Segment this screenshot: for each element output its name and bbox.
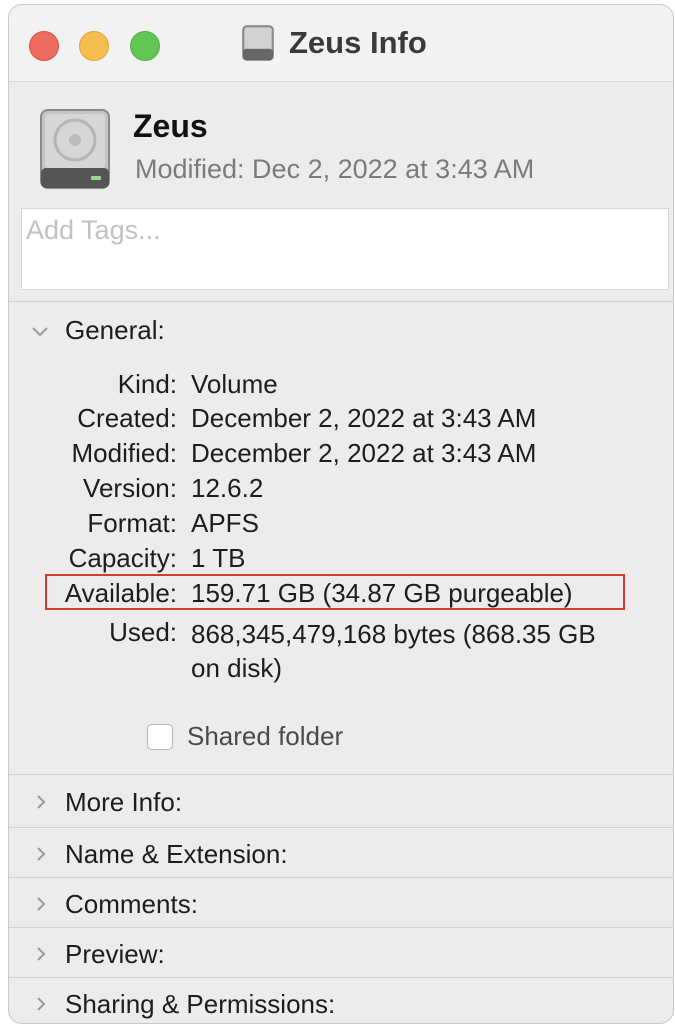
info-key: Kind: <box>117 369 177 399</box>
chevron-right-icon <box>37 847 46 861</box>
section-label: Comments: <box>65 888 198 919</box>
window-title: Zeus Info <box>241 23 427 63</box>
info-row-modified: Modified: December 2, 2022 at 3:43 AM <box>9 438 673 472</box>
info-value: 1 TB <box>191 543 246 573</box>
section-general-header[interactable]: General: <box>29 315 165 346</box>
zoom-button[interactable] <box>130 31 160 61</box>
info-key: Modified: <box>71 438 178 468</box>
chevron-right-icon <box>37 947 46 961</box>
section-label: Preview: <box>65 938 165 969</box>
divider <box>9 774 673 775</box>
section-label: Name & Extension: <box>65 838 288 869</box>
title-bar[interactable]: Zeus Info <box>9 5 673 82</box>
file-header: Zeus Modified: Dec 2, 2022 at 3:43 AM <box>9 82 673 202</box>
info-value: 12.6.2 <box>191 473 264 503</box>
section-comments[interactable]: Comments: <box>9 879 673 929</box>
shared-folder-checkbox[interactable] <box>147 723 173 750</box>
info-value: Volume <box>191 369 278 399</box>
chevron-right-icon <box>37 997 46 1011</box>
section-name-extension[interactable]: Name & Extension: <box>9 829 673 879</box>
tags-placeholder: Add Tags... <box>26 215 161 245</box>
highlight-box <box>45 574 625 610</box>
info-row-version: Version: 12.6.2 <box>9 473 673 507</box>
info-value: 868,345,479,168 bytes (868.35 GB on disk… <box>191 619 596 683</box>
info-value: December 2, 2022 at 3:43 AM <box>191 438 537 468</box>
info-row-capacity: Capacity: 1 TB <box>9 543 673 577</box>
shared-folder-option[interactable]: Shared folder <box>147 721 343 752</box>
window-title-text: Zeus Info <box>289 25 427 60</box>
divider <box>9 827 673 828</box>
chevron-down-icon <box>32 326 48 336</box>
section-general-label: General: <box>65 315 165 345</box>
info-key: Format: <box>87 508 177 538</box>
section-more-info[interactable]: More Info: <box>9 777 673 827</box>
divider <box>9 301 673 302</box>
section-preview[interactable]: Preview: <box>9 929 673 979</box>
info-row-kind: Kind: Volume <box>9 369 673 403</box>
close-button[interactable] <box>29 31 59 61</box>
info-key: Capacity: <box>68 543 177 573</box>
info-row-created: Created: December 2, 2022 at 3:43 AM <box>9 403 673 437</box>
info-key: Version: <box>83 473 177 503</box>
shared-folder-label: Shared folder <box>187 721 344 751</box>
hard-drive-icon <box>40 109 110 189</box>
chevron-right-icon <box>37 795 46 809</box>
info-value: December 2, 2022 at 3:43 AM <box>191 403 537 433</box>
modified-date: Modified: Dec 2, 2022 at 3:43 AM <box>135 154 535 184</box>
info-row-format: Format: APFS <box>9 508 673 542</box>
info-window: Zeus Info Zeus Modified: Dec 2, 2022 at … <box>8 4 674 1024</box>
info-key: Used: <box>109 617 177 647</box>
chevron-right-icon <box>37 897 46 911</box>
info-value: APFS <box>191 508 259 538</box>
divider <box>9 977 673 978</box>
divider <box>9 877 673 878</box>
tags-input[interactable]: Add Tags... <box>21 208 669 290</box>
section-label: Sharing & Permissions: <box>65 988 336 1019</box>
volume-name: Zeus <box>133 108 208 144</box>
divider <box>9 927 673 928</box>
minimize-button[interactable] <box>79 31 109 61</box>
info-key: Created: <box>77 403 177 433</box>
section-sharing-permissions[interactable]: Sharing & Permissions: <box>9 979 673 1023</box>
hard-drive-icon <box>242 25 274 61</box>
section-label: More Info: <box>65 786 183 817</box>
